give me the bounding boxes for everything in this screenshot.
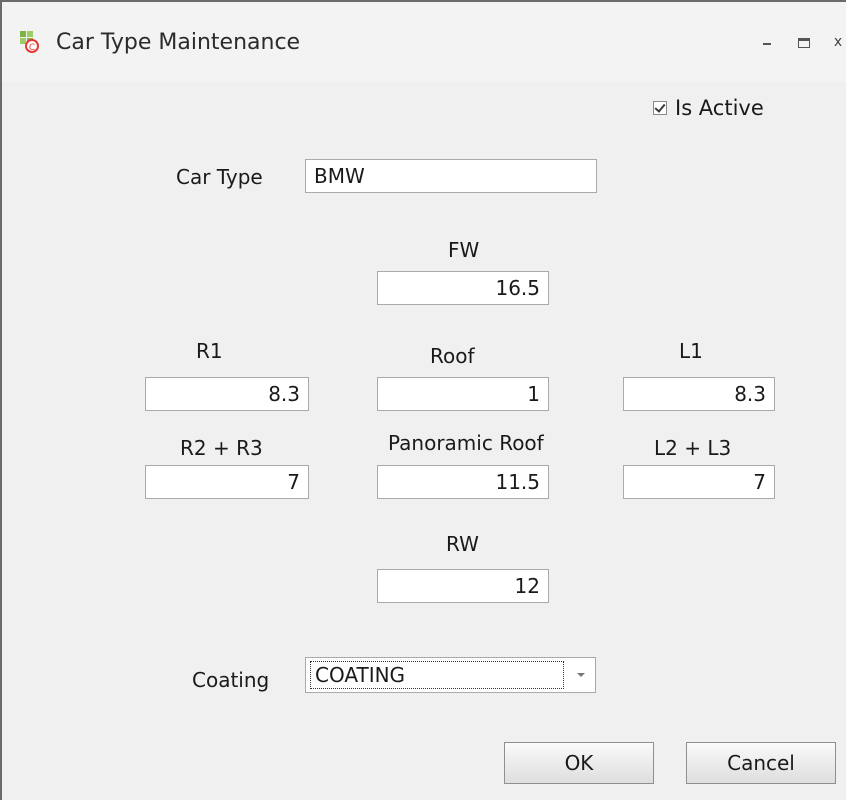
car-type-maintenance-window: C Car Type Maintenance x Is Active Car T… [0, 0, 846, 800]
chevron-down-icon[interactable] [569, 664, 591, 686]
panoramic-roof-input[interactable]: 11.5 [377, 465, 549, 499]
is-active-checkbox[interactable]: Is Active [653, 95, 764, 121]
window-title: Car Type Maintenance [56, 30, 301, 55]
coating-selected-value[interactable]: COATING [310, 661, 564, 689]
roof-input[interactable]: 1 [377, 377, 549, 411]
cancel-button[interactable]: Cancel [686, 742, 836, 784]
is-active-label: Is Active [675, 96, 764, 120]
checkbox-checked-icon[interactable] [653, 101, 667, 115]
maximize-icon [798, 38, 810, 48]
l1-input[interactable]: 8.3 [623, 377, 775, 411]
l2-l3-input[interactable]: 7 [623, 465, 775, 499]
l2-l3-label: L2 + L3 [654, 436, 732, 460]
coating-dropdown[interactable]: COATING [305, 657, 596, 693]
rw-input[interactable]: 12 [377, 569, 549, 603]
panoramic-roof-label: Panoramic Roof [388, 431, 544, 455]
maximize-button[interactable] [792, 30, 816, 54]
title-bar[interactable]: C Car Type Maintenance x [2, 2, 846, 82]
l1-label: L1 [679, 339, 703, 363]
fw-input[interactable]: 16.5 [377, 271, 549, 305]
close-button[interactable]: x [826, 30, 846, 54]
r1-label: R1 [196, 339, 223, 363]
fw-label: FW [448, 238, 480, 262]
r1-input[interactable]: 8.3 [145, 377, 309, 411]
app-icon: C [20, 31, 39, 53]
r2-r3-label: R2 + R3 [180, 436, 263, 460]
minimize-button[interactable] [756, 30, 780, 54]
car-type-input[interactable]: BMW [305, 159, 597, 193]
minimize-icon [763, 43, 771, 45]
svg-text:C: C [29, 43, 35, 53]
r2-r3-input[interactable]: 7 [145, 465, 309, 499]
rw-label: RW [446, 532, 479, 556]
coating-label: Coating [192, 668, 270, 692]
ok-button[interactable]: OK [504, 742, 654, 784]
car-type-label: Car Type [176, 165, 263, 189]
roof-label: Roof [430, 344, 475, 368]
